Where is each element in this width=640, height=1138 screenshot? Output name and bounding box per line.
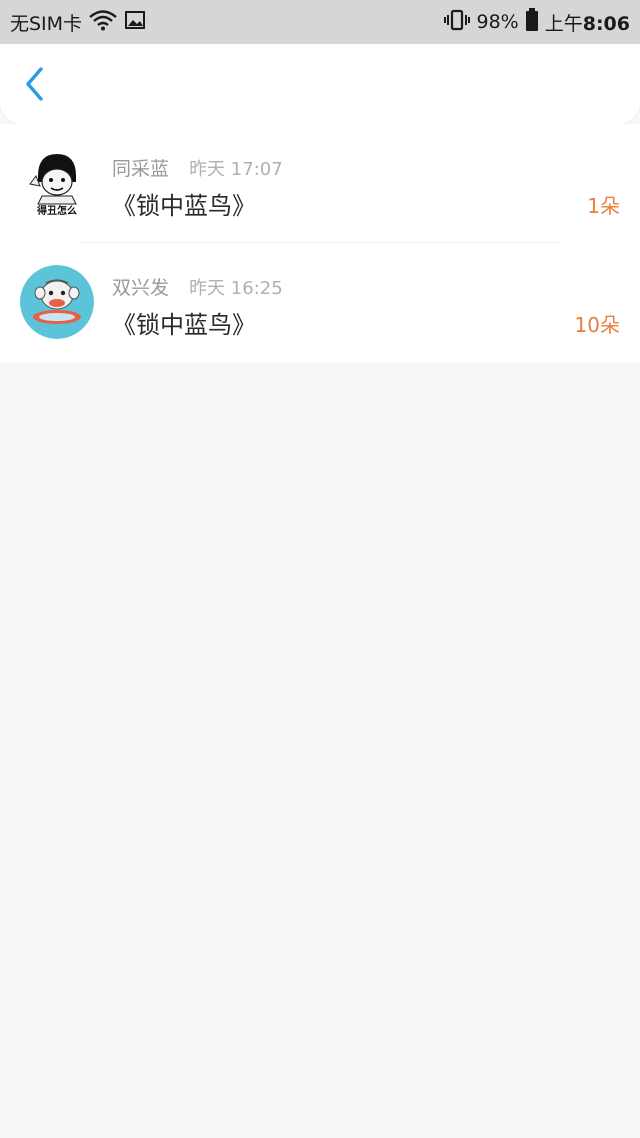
sender-line: 双兴发 昨天 16:25 [112,273,283,300]
sender-name: 同采蓝 [112,158,170,180]
message-title: 《锁中蓝鸟》 [112,192,256,220]
wifi-icon [88,9,118,36]
avatar [20,265,94,339]
flower-count: 10朵 [574,313,620,337]
image-notification-icon [124,10,146,35]
list-item[interactable]: 双兴发 昨天 16:25 《锁中蓝鸟》 10朵 [0,243,640,362]
clock: 上午8:06 [545,9,630,36]
battery-percent: 98% [476,11,519,33]
message-list: 得丑怎么 同采蓝 昨天 17:07 《锁中蓝鸟》 1朵 双兴发 昨天 16:25… [0,124,640,362]
message-title: 《锁中蓝鸟》 [112,311,256,339]
clock-time: 8:06 [582,12,630,35]
carrier-text: 无SIM卡 [10,12,83,35]
nav-bar [0,44,640,124]
back-button[interactable] [14,66,54,106]
vibrate-icon [444,9,471,36]
flower-count: 1朵 [587,194,620,218]
clock-prefix: 上午 [544,12,583,35]
status-bar: 无SIM卡 98% 上午8:06 [0,0,640,44]
svg-text:得丑怎么: 得丑怎么 [36,204,77,217]
sender-line: 同采蓝 昨天 17:07 [112,154,283,181]
list-item[interactable]: 得丑怎么 同采蓝 昨天 17:07 《锁中蓝鸟》 1朵 [0,124,640,243]
battery-icon [525,7,539,37]
avatar: 得丑怎么 [20,146,94,220]
status-left: 无SIM卡 [10,9,146,36]
status-right: 98% 上午8:06 [444,7,630,37]
message-time: 昨天 16:25 [189,278,283,299]
sender-name: 双兴发 [112,277,170,299]
chevron-left-icon [23,66,45,106]
message-time: 昨天 17:07 [189,159,283,180]
